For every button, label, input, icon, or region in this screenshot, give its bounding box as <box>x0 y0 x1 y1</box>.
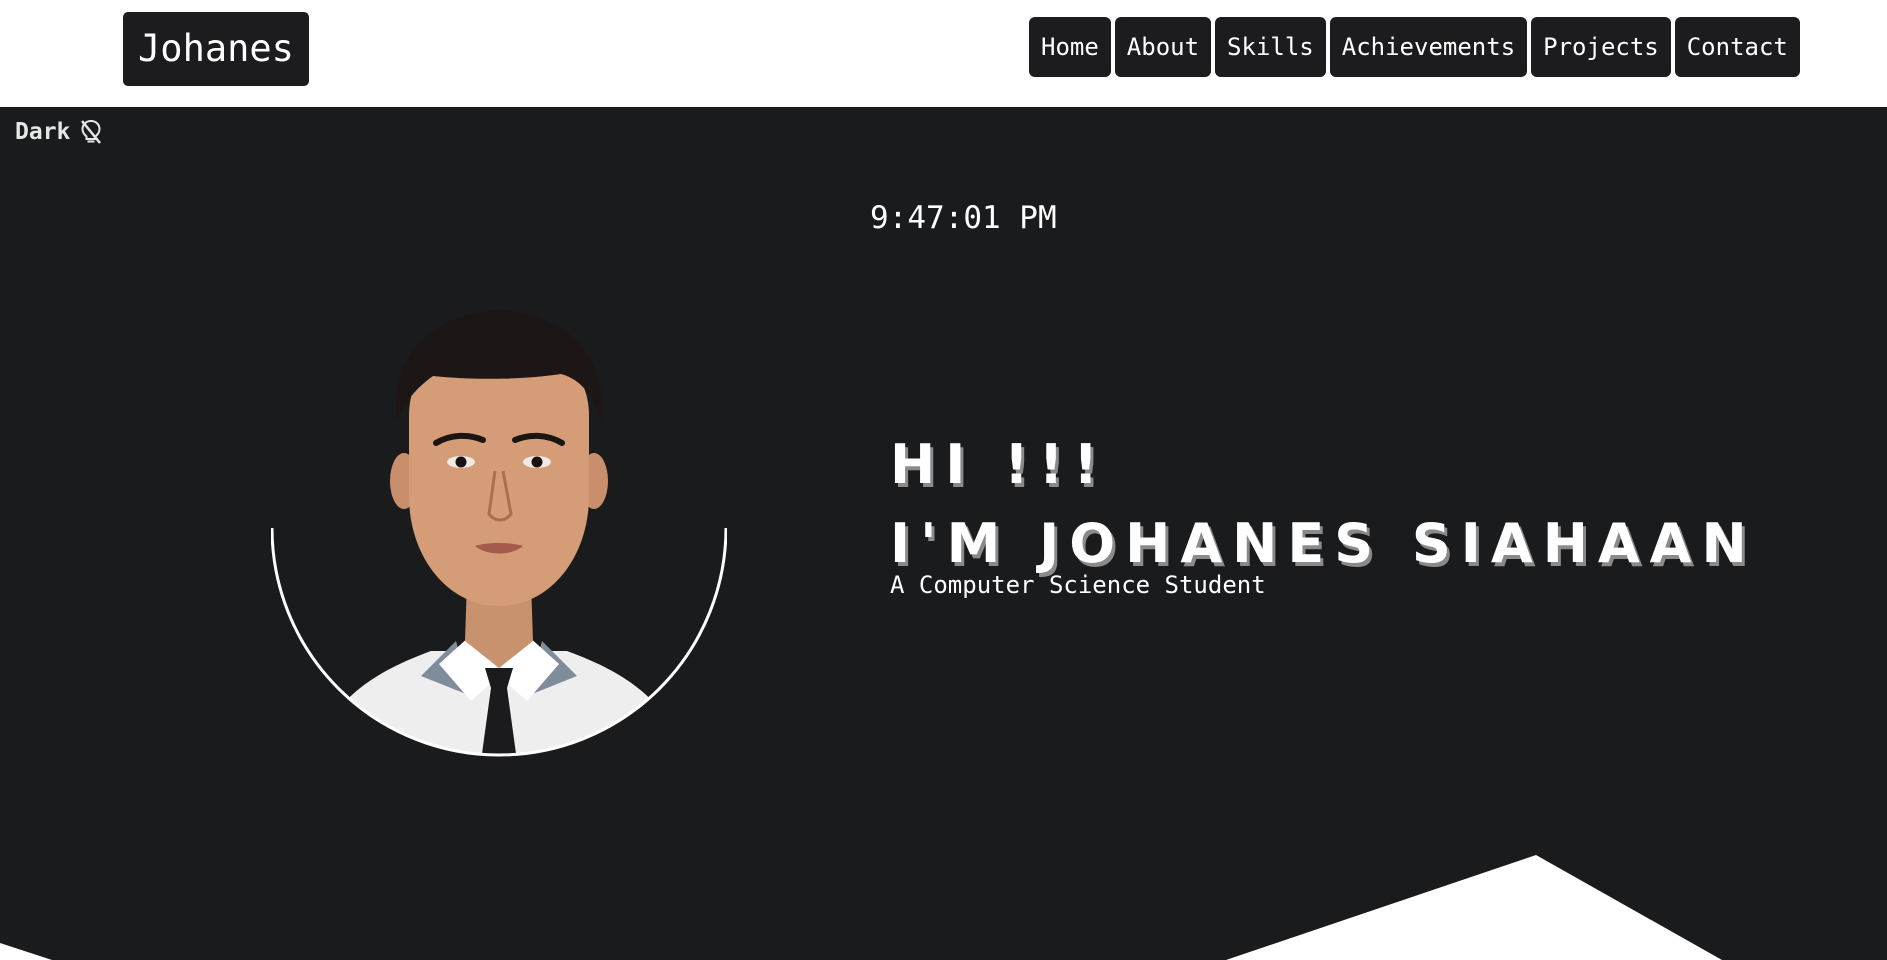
nav-skills-button[interactable]: Skills <box>1215 17 1326 77</box>
nav-links: Home About Skills Achievements Projects … <box>1029 17 1800 77</box>
nav-achievements-button[interactable]: Achievements <box>1329 17 1528 77</box>
nav-projects-button[interactable]: Projects <box>1531 17 1671 77</box>
clock-display: 9:47:01 PM <box>870 200 1057 236</box>
navbar: Johanes Home About Skills Achievements P… <box>0 0 1887 107</box>
nav-home-button[interactable]: Home <box>1029 17 1111 77</box>
nav-about-button[interactable]: About <box>1114 17 1212 77</box>
theme-label: Dark <box>15 119 71 145</box>
greeting-line: HI !!! <box>890 433 1108 496</box>
hero-subtitle: A Computer Science Student <box>890 571 1266 599</box>
nav-contact-button[interactable]: Contact <box>1674 17 1800 77</box>
bottom-left-shape <box>0 943 52 960</box>
hero-headline: HI !!! I'M JOHANES SIAHAAN <box>890 425 1757 583</box>
lightbulb-off-icon <box>80 119 102 145</box>
bottom-right-mountain-shape <box>1226 855 1722 960</box>
hero-section: Dark 9:47:01 PM HI !!! I'M JOHANES SIAHA… <box>0 107 1887 960</box>
brand-logo[interactable]: Johanes <box>123 12 309 86</box>
theme-toggle[interactable]: Dark <box>15 119 102 145</box>
profile-photo <box>270 296 728 761</box>
